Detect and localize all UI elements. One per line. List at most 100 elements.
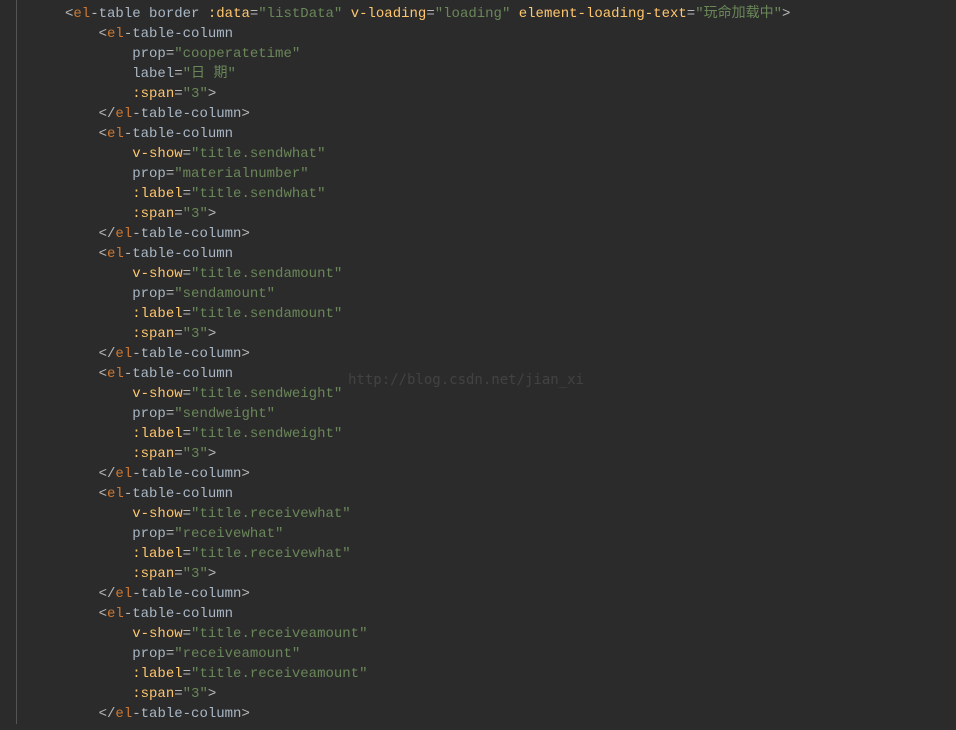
token-br: </ (99, 226, 116, 242)
token-av: "receiveamount" (174, 646, 300, 662)
token-tn: el (107, 246, 124, 262)
token-an: table-column (141, 226, 242, 242)
token-eq: = (183, 666, 191, 682)
token-av: "loading" (435, 6, 519, 22)
code-line: <el-table-column (65, 364, 956, 384)
token-br: > (782, 6, 790, 22)
token-br: > (208, 206, 216, 222)
token-av: "3" (183, 446, 208, 462)
code-line: prop="receivewhat" (65, 524, 956, 544)
token-dr: :span (132, 566, 174, 582)
token-av: "玩命加载中" (695, 6, 782, 22)
token-dr: :label (132, 666, 182, 682)
token-av: "sendamount" (174, 286, 275, 302)
token-eq: = (183, 146, 191, 162)
code-line: :span="3"> (65, 84, 956, 104)
token-br: > (208, 686, 216, 702)
token-tn: el (115, 586, 132, 602)
token-an: table-column (141, 586, 242, 602)
code-line: </el-table-column> (65, 224, 956, 244)
code-line: <el-table-column (65, 244, 956, 264)
token-br: - (124, 26, 132, 42)
token-dr: v-show (132, 626, 182, 642)
code-line: v-show="title.sendwhat" (65, 144, 956, 164)
token-br: > (241, 586, 249, 602)
token-dr: :label (132, 546, 182, 562)
token-br: </ (99, 346, 116, 362)
token-av: "3" (183, 686, 208, 702)
token-br: - (132, 226, 140, 242)
token-tn: el (115, 106, 132, 122)
code-line: <el-table-column (65, 124, 956, 144)
code-line: prop="sendweight" (65, 404, 956, 424)
token-av: "3" (183, 326, 208, 342)
code-line: v-show="title.sendamount" (65, 264, 956, 284)
code-editor: <el-table border :data="listData" v-load… (16, 0, 956, 724)
token-an: table (99, 6, 149, 22)
token-tn: el (115, 346, 132, 362)
token-an: prop (132, 166, 166, 182)
token-eq: = (174, 66, 182, 82)
token-br: > (208, 86, 216, 102)
token-av: "title.receivewhat" (191, 506, 351, 522)
token-dr: :label (132, 186, 182, 202)
code-line: <el-table-column (65, 484, 956, 504)
code-line: :span="3"> (65, 204, 956, 224)
token-eq: = (166, 286, 174, 302)
code-line: </el-table-column> (65, 704, 956, 724)
token-br: > (241, 226, 249, 242)
code-line: prop="cooperatetime" (65, 44, 956, 64)
token-eq: = (166, 526, 174, 542)
token-dr: v-show (132, 146, 182, 162)
code-line: v-show="title.sendweight" (65, 384, 956, 404)
token-br: < (99, 126, 107, 142)
token-tn: el (115, 466, 132, 482)
token-av: "title.sendwhat" (191, 186, 325, 202)
code-line: :label="title.receiveamount" (65, 664, 956, 684)
token-br: > (241, 106, 249, 122)
token-tn: el (107, 126, 124, 142)
token-br: > (241, 706, 249, 722)
token-br: > (241, 466, 249, 482)
token-an: prop (132, 526, 166, 542)
token-av: "title.receivewhat" (191, 546, 351, 562)
code-line: :span="3"> (65, 444, 956, 464)
token-br: - (124, 486, 132, 502)
token-dr: element-loading-text (519, 6, 687, 22)
code-line: :span="3"> (65, 324, 956, 344)
token-av: "title.sendweight" (191, 386, 342, 402)
token-eq: = (183, 306, 191, 322)
token-dr: :label (132, 306, 182, 322)
token-br: - (124, 366, 132, 382)
token-eq: = (166, 166, 174, 182)
token-eq: = (183, 626, 191, 642)
token-eq: = (166, 646, 174, 662)
token-an: table-column (132, 366, 233, 382)
token-eq: = (174, 326, 182, 342)
token-dr: :span (132, 86, 174, 102)
token-dr: :span (132, 686, 174, 702)
token-dr: :data (208, 6, 250, 22)
token-br: > (241, 346, 249, 362)
code-line: v-show="title.receivewhat" (65, 504, 956, 524)
token-an: prop (132, 286, 166, 302)
token-av: "title.sendamount" (191, 306, 342, 322)
token-br: - (132, 466, 140, 482)
token-av: "title.sendamount" (191, 266, 342, 282)
token-eq: = (174, 566, 182, 582)
token-br: - (124, 126, 132, 142)
token-br: < (99, 606, 107, 622)
token-an: table-column (141, 106, 242, 122)
token-av: "receivewhat" (174, 526, 283, 542)
token-br: - (132, 106, 140, 122)
token-br: - (90, 6, 98, 22)
token-tn: el (115, 706, 132, 722)
token-br: > (208, 566, 216, 582)
code-line: prop="sendamount" (65, 284, 956, 304)
token-dr: :span (132, 206, 174, 222)
token-br: - (124, 606, 132, 622)
code-line: v-show="title.receiveamount" (65, 624, 956, 644)
token-br: </ (99, 586, 116, 602)
token-an: table-column (132, 246, 233, 262)
token-eq: = (183, 506, 191, 522)
